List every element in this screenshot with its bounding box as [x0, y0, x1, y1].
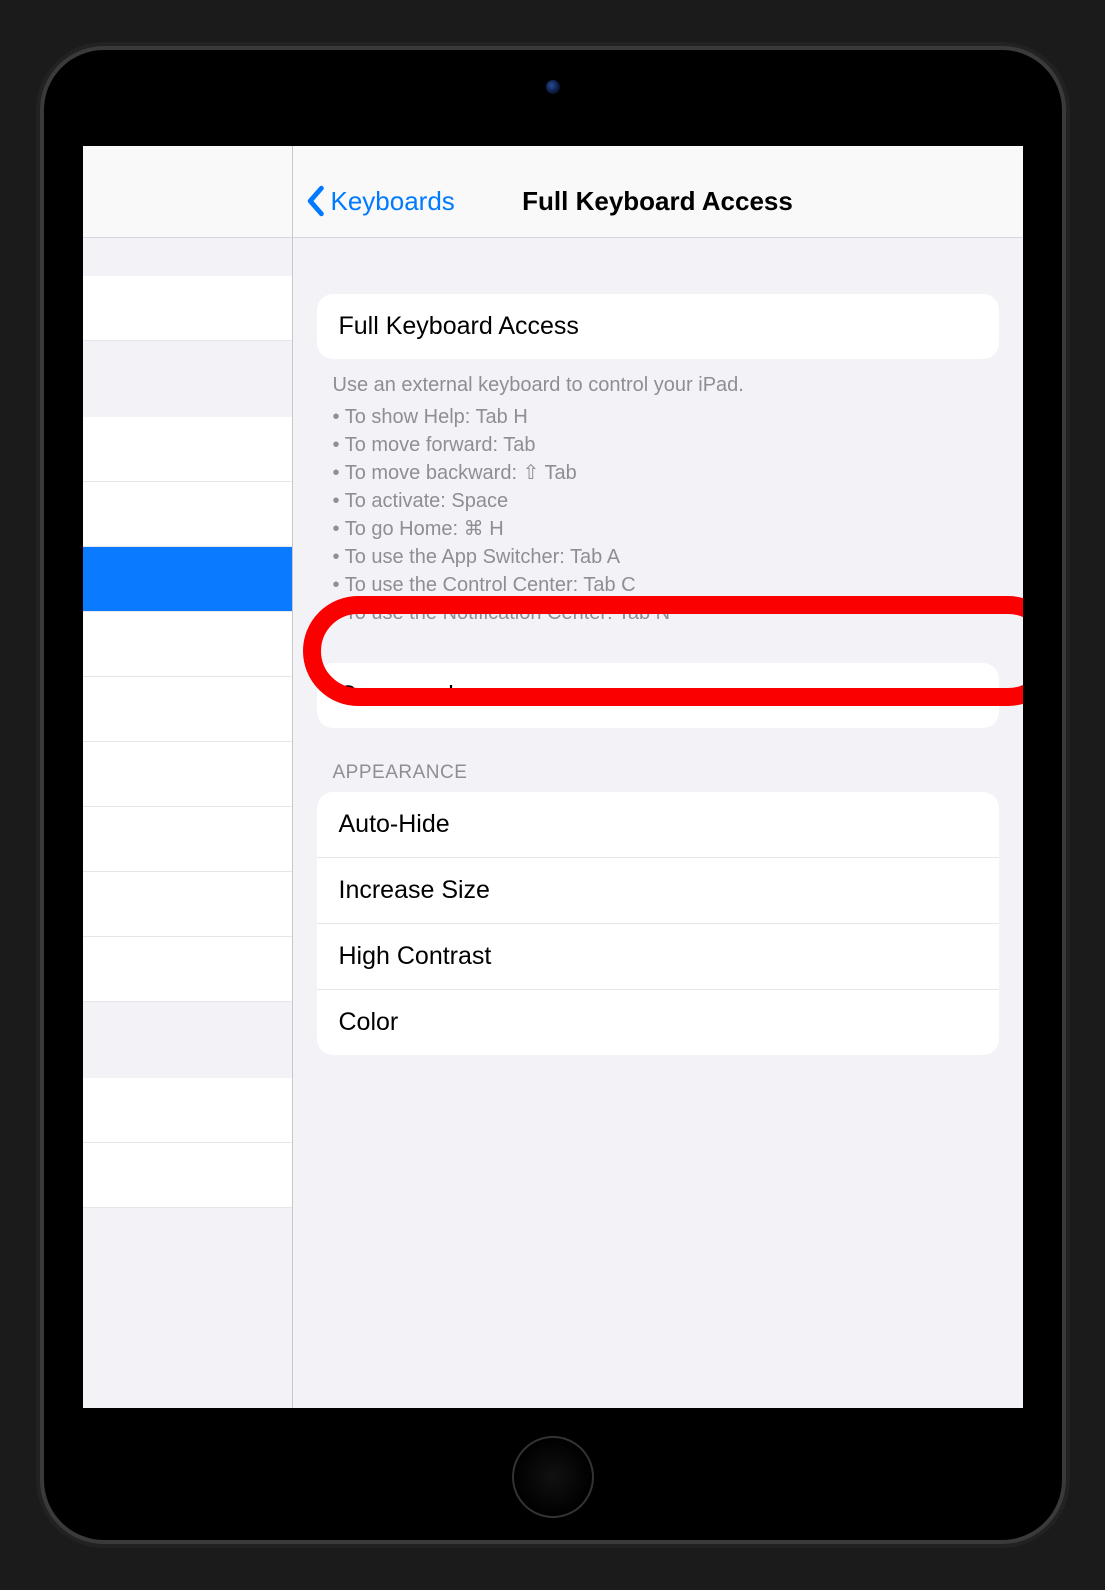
settings-sidebar: ss ck de: [83, 146, 293, 1408]
back-button[interactable]: Keyboards: [293, 185, 455, 217]
shortcut-item: To use the App Switcher: Tab A: [333, 543, 983, 571]
back-label: Keyboards: [331, 186, 455, 217]
nav-bar: Keyboards Full Keyboard Access: [293, 146, 1023, 238]
shortcut-item: To go Home: ⌘ H: [333, 515, 983, 543]
sidebar-gap: [83, 1002, 292, 1040]
sidebar-item[interactable]: [83, 1143, 292, 1208]
home-button[interactable]: [512, 1436, 594, 1518]
shortcut-item: To show Help: Tab H: [333, 403, 983, 431]
shortcut-item: To move backward: ⇧ Tab: [333, 459, 983, 487]
sidebar-item[interactable]: [83, 677, 292, 742]
shortcut-item: To use the Control Center: Tab C: [333, 571, 983, 599]
row-label: Commands: [339, 681, 467, 709]
shortcut-item: To activate: Space: [333, 487, 983, 515]
detail-content: Full Keyboard Access Use an external key…: [293, 238, 1023, 1055]
row-label: Increase Size: [339, 876, 490, 904]
page-title: Full Keyboard Access: [522, 186, 793, 217]
sidebar-item[interactable]: ck: [83, 482, 292, 547]
chevron-left-icon: [305, 185, 325, 217]
sidebar-group-2: ss ck de: [83, 417, 292, 1002]
screen: ss ck de: [83, 146, 1023, 1408]
sidebar-item-selected[interactable]: [83, 547, 292, 612]
fka-toggle-card: Full Keyboard Access: [317, 294, 999, 359]
sidebar-group-3: [83, 1078, 292, 1208]
row-label: Color: [339, 1008, 399, 1036]
sidebar-item[interactable]: [83, 1078, 292, 1143]
color-row[interactable]: Color: [317, 989, 999, 1055]
shortcut-item: To use the Notification Center: Tab N: [333, 599, 983, 627]
detail-pane: Keyboards Full Keyboard Access Full Keyb…: [293, 146, 1023, 1408]
shortcut-list: To show Help: Tab H To move forward: Tab…: [333, 403, 983, 627]
shortcut-item: To move forward: Tab: [333, 431, 983, 459]
sidebar-item[interactable]: de: [83, 807, 292, 872]
sidebar-item[interactable]: [83, 276, 292, 341]
sidebar-gap: [83, 341, 292, 379]
fka-toggle-row[interactable]: Full Keyboard Access: [317, 294, 999, 359]
sidebar-item[interactable]: [83, 937, 292, 1002]
high-contrast-row[interactable]: High Contrast: [317, 923, 999, 989]
footer-intro: Use an external keyboard to control your…: [333, 374, 744, 396]
appearance-card: Auto-Hide Increase Size High Contrast Co…: [317, 792, 999, 1055]
fka-footer-text: Use an external keyboard to control your…: [333, 371, 983, 627]
sidebar-item[interactable]: ss: [83, 417, 292, 482]
sidebar-item[interactable]: [83, 872, 292, 937]
front-camera: [546, 80, 560, 94]
row-label: High Contrast: [339, 942, 492, 970]
increase-size-row[interactable]: Increase Size: [317, 857, 999, 923]
row-label: Auto-Hide: [339, 810, 450, 838]
row-label: Full Keyboard Access: [339, 312, 579, 340]
sidebar-item[interactable]: [83, 742, 292, 807]
ipad-frame: ss ck de: [44, 50, 1062, 1540]
sidebar-group-1: [83, 276, 292, 341]
commands-card: Commands: [317, 663, 999, 728]
auto-hide-row[interactable]: Auto-Hide: [317, 792, 999, 857]
sidebar-header: [83, 146, 292, 238]
commands-row[interactable]: Commands: [317, 663, 999, 728]
appearance-header: APPEARANCE: [333, 762, 983, 784]
sidebar-item[interactable]: [83, 612, 292, 677]
